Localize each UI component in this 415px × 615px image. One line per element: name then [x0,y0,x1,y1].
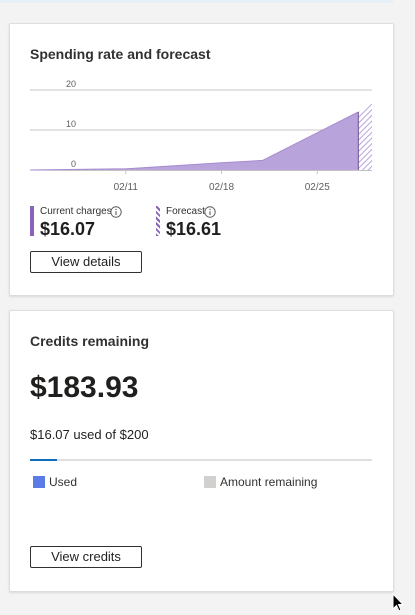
credits-progress-fill [30,459,58,461]
current-charges-area [30,112,359,170]
forecast-value: $16.61 [166,219,222,239]
x-tick-label: 02/25 [305,182,330,193]
credits-progress-track [30,459,372,461]
remaining-legend: Amount remaining [204,475,317,489]
remaining-legend-label: Amount remaining [220,475,318,489]
current-charges-label: Current charges [40,206,112,217]
x-tick-label: 02/18 [209,182,234,193]
forecast-area [358,103,372,170]
x-tick-label: 02/11 [114,182,139,193]
current-charges-legend: Current charges $16.07 [30,206,150,244]
y-tick-label: 0 [71,159,76,169]
forecast-label: Forecast [166,206,205,217]
used-swatch [33,476,45,488]
credits-remaining-amount: $183.93 [30,371,139,404]
used-legend: Used [33,475,77,489]
forecast-swatch [156,206,160,236]
mouse-pointer-icon [392,593,404,612]
used-legend-label: Used [49,475,78,489]
credits-used-text: $16.07 used of $200 [30,427,149,442]
view-credits-button[interactable]: View credits [30,546,142,568]
top-strip [0,0,393,3]
forecast-legend: Forecast $16.61 [156,206,256,244]
credits-remaining-card: Credits remaining $183.93 $16.07 used of… [9,310,394,592]
credits-card-title: Credits remaining [30,333,150,349]
y-tick-label: 20 [66,79,76,89]
info-icon[interactable] [204,206,216,218]
info-icon[interactable] [110,206,122,218]
current-charges-value: $16.07 [40,219,96,239]
remaining-swatch [204,476,216,488]
spending-rate-card: Spending rate and forecast 20 10 0 02/11 02/… [9,23,394,296]
view-details-button[interactable]: View details [30,251,142,273]
current-charges-swatch [30,206,34,236]
spending-area-chart: 20 10 0 02/11 02/18 02/25 [29,79,372,193]
y-tick-label: 10 [66,119,76,129]
